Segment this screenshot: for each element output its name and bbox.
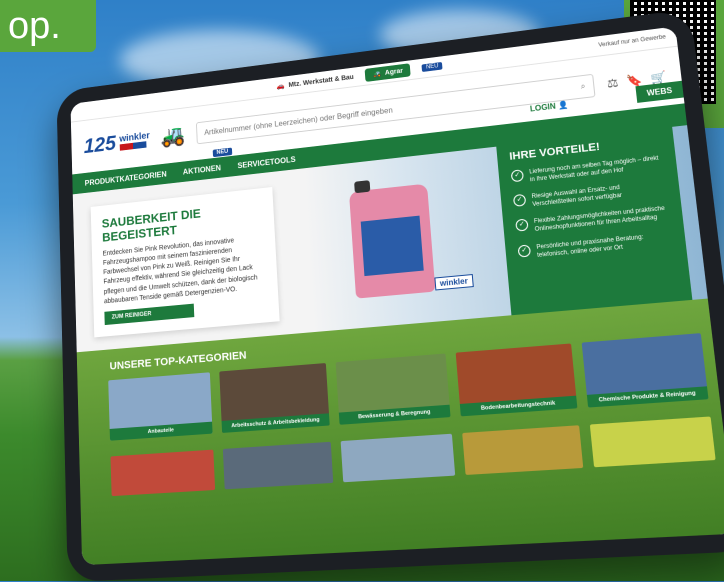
category-label: Anbauteile — [110, 422, 213, 441]
category-tile[interactable] — [462, 425, 582, 475]
hero-text: Entdecken Sie Pink Revolution, das innov… — [103, 234, 267, 307]
category-label: Bewässerung & Beregnung — [339, 405, 451, 425]
hero-brand-tag: winkler — [434, 274, 473, 290]
category-tile-anbauteile[interactable]: Anbauteile — [108, 372, 213, 440]
tab-werkstatt-label: Mtz. Werkstatt & Bau — [288, 74, 354, 89]
check-icon: ✓ — [518, 244, 531, 257]
category-tile-chemische-produkte[interactable]: Chemische Produkte & Reinigung — [581, 333, 708, 407]
advantages-panel: IHRE VORTEILE! ✓ Lieferung noch am selben… — [496, 121, 693, 319]
category-label: Arbeitsschutz & Arbeitsbekleidung — [222, 413, 330, 433]
nav-servicetools[interactable]: SERVICETOOLS — [237, 155, 296, 170]
tab-agrar-label: Agrar — [385, 67, 403, 76]
advantage-item: ✓ Flexible Zahlungsmöglichkeiten und prak… — [515, 205, 670, 236]
category-tile-bewaesserung[interactable]: Bewässerung & Beregnung — [335, 353, 450, 424]
category-tile[interactable] — [223, 442, 333, 490]
category-tile[interactable] — [110, 450, 215, 497]
product-canister — [349, 184, 436, 299]
tab-agrar[interactable]: 🚜 Agrar — [365, 63, 411, 82]
advantage-text: Persönliche und praxisnahe Beratung: tel… — [536, 230, 673, 259]
nav-new-badge: NEU — [213, 148, 232, 158]
advantage-text: Lieferung noch am selben Tag möglich – d… — [529, 154, 664, 184]
search-icon[interactable]: ⌕ — [580, 82, 586, 92]
user-icon: 👤 — [558, 100, 569, 110]
compare-icon[interactable]: ⚖ — [606, 76, 619, 91]
advantage-text: Riesige Auswahl an Ersatz- und Verschlei… — [531, 179, 667, 209]
search-placeholder: Artikelnummer (ohne Leerzeichen) oder Be… — [204, 105, 393, 136]
category-tile-arbeitsschutz[interactable]: Arbeitsschutz & Arbeitsbekleidung — [220, 363, 330, 433]
logo-anniversary: 125 — [83, 131, 116, 158]
advantage-item: ✓ Persönliche und praxisnahe Beratung: te… — [518, 230, 674, 261]
category-tile-bodenbearbeitung[interactable]: Bodenbearbeitungstechnik — [456, 343, 577, 416]
check-icon: ✓ — [511, 169, 524, 182]
category-label: Bodenbearbeitungstechnik — [460, 396, 577, 417]
category-tile[interactable] — [340, 434, 455, 483]
business-notice: Verkauf nur an Gewerbe — [598, 34, 666, 48]
car-icon: 🚗 — [277, 82, 285, 90]
hero-card: SAUBERKEIT DIE BEGEISTERT Entdecken Sie … — [91, 187, 280, 337]
nav-aktionen[interactable]: AKTIONEN — [183, 163, 221, 176]
canister-label — [361, 216, 424, 276]
shop-banner-text: op. — [8, 5, 61, 47]
category-label: Chemische Produkte & Reinigung — [586, 386, 708, 407]
new-badge: NEU — [422, 62, 443, 72]
check-icon: ✓ — [515, 219, 528, 232]
tractor-icon: 🚜 — [372, 70, 381, 78]
categories-title: UNSERE TOP-KATEGORIEN — [109, 350, 246, 373]
login-label: LOGIN — [530, 102, 557, 114]
canister-cap — [354, 180, 370, 193]
hero-cta-button[interactable]: ZUM REINIGER — [104, 304, 194, 325]
website-screen: 🚗 Mtz. Werkstatt & Bau 🚜 Agrar NEU Verkauf… — [70, 26, 724, 565]
tractor-icon: 🚜 — [160, 123, 186, 150]
shop-banner: op. — [0, 0, 96, 52]
category-tile[interactable] — [589, 416, 715, 467]
check-icon: ✓ — [513, 194, 526, 207]
tablet-device: 🚗 Mtz. Werkstatt & Bau 🚜 Agrar NEU Verkauf… — [56, 9, 724, 582]
advantage-text: Flexible Zahlungsmöglichkeiten und prakt… — [534, 205, 670, 235]
winkler-logo[interactable]: 125 winkler — [83, 127, 150, 158]
